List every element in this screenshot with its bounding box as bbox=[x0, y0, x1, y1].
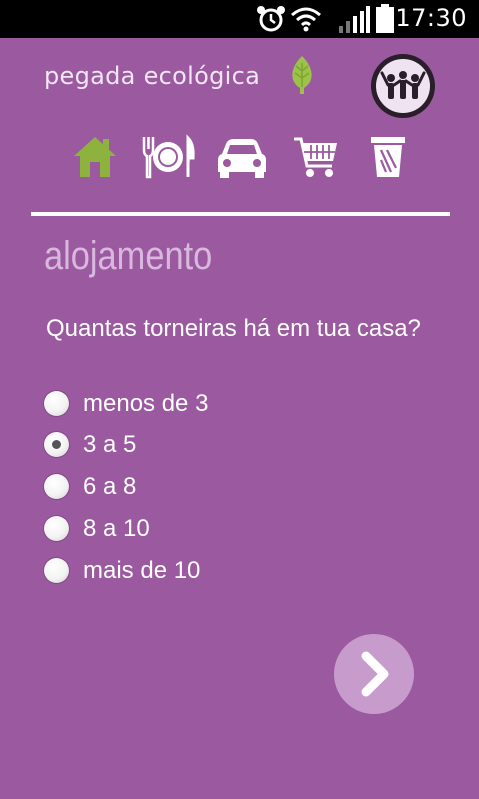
trash-icon[interactable] bbox=[368, 134, 408, 180]
question-text: Quantas torneiras há em tua casa? bbox=[46, 315, 421, 342]
option-label: 6 a 8 bbox=[83, 473, 137, 500]
home-icon[interactable] bbox=[72, 134, 118, 180]
people-group-icon bbox=[380, 71, 426, 99]
radio-button[interactable] bbox=[44, 474, 69, 499]
option-label: 8 a 10 bbox=[83, 515, 150, 542]
signal-icon bbox=[339, 6, 370, 33]
next-button[interactable] bbox=[334, 634, 414, 714]
option-label: 3 a 5 bbox=[83, 431, 137, 458]
food-icon[interactable] bbox=[140, 134, 196, 180]
option-label: menos de 3 bbox=[83, 390, 209, 417]
divider bbox=[31, 212, 450, 216]
battery-icon bbox=[376, 4, 394, 33]
clock-time: 17:30 bbox=[395, 4, 467, 32]
radio-button[interactable] bbox=[44, 516, 69, 541]
wifi-icon bbox=[291, 7, 321, 32]
alarm-icon bbox=[257, 6, 285, 32]
car-icon[interactable] bbox=[216, 134, 268, 180]
profile-avatar[interactable] bbox=[371, 54, 435, 118]
radio-button[interactable] bbox=[44, 558, 69, 583]
radio-button-selected[interactable] bbox=[44, 432, 69, 457]
radio-button[interactable] bbox=[44, 391, 69, 416]
status-bar: 17:30 bbox=[0, 0, 479, 38]
leaf-icon bbox=[292, 56, 312, 94]
cart-icon[interactable] bbox=[292, 134, 340, 180]
option-label: mais de 10 bbox=[83, 557, 201, 584]
section-title: alojamento bbox=[44, 234, 213, 278]
app-title: pegada ecológica bbox=[44, 62, 261, 90]
chevron-right-icon bbox=[361, 651, 389, 697]
